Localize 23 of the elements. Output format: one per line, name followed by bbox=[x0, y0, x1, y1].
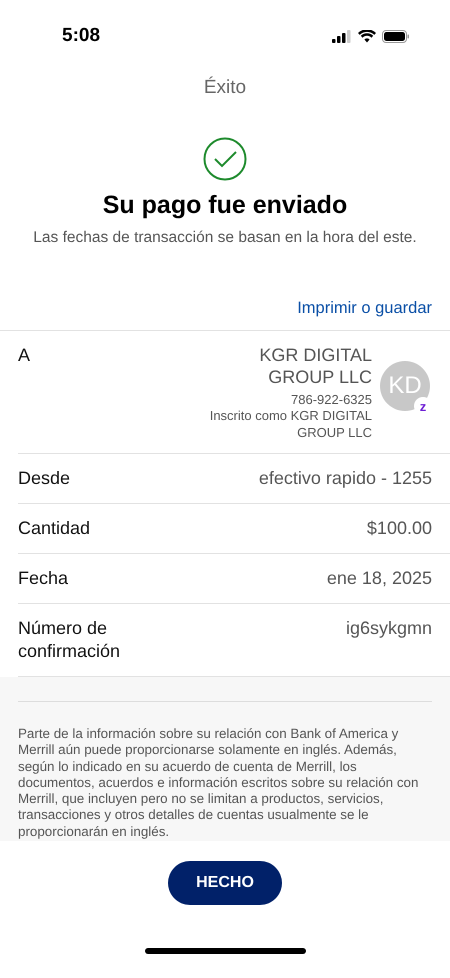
detail-label: Cantidad bbox=[18, 517, 90, 540]
detail-label: Desde bbox=[18, 467, 70, 490]
battery-icon bbox=[382, 30, 410, 42]
detail-value: ig6sykgmn bbox=[346, 617, 432, 640]
done-button[interactable]: HECHO bbox=[168, 861, 282, 905]
timezone-note: Las fechas de transacción se basan en la hora del este. bbox=[32, 229, 418, 247]
disclaimer-text: Parte de la información sobre su relación con Bank of America y Merrill aún puede proporcionarse solamente en inglés. Además, según lo indicado en su acuerdo de cuenta de Merrill, los documentos, acuerdos e información escritos sobre su relación con Merrill, que incluyen pero no se limitan a productos, servicios, transacciones y otros detalles de cuentas usualmente se le proporcionarán en inglés. bbox=[18, 726, 420, 840]
detail-label: Fecha bbox=[18, 567, 68, 590]
screen-title: Éxito bbox=[202, 77, 248, 99]
detail-label: Número de confirmación bbox=[18, 617, 122, 663]
detail-label: A bbox=[18, 344, 30, 367]
signal-icon bbox=[332, 30, 352, 42]
success-heading: Su pago fue enviado bbox=[102, 191, 348, 220]
checkmark-circle-icon bbox=[203, 137, 247, 181]
print-link[interactable]: Imprimir o guardar bbox=[297, 299, 432, 318]
wifi-icon bbox=[358, 30, 376, 42]
detail-value: $100.00 bbox=[366, 517, 432, 540]
recipient-phone: 786-922-6325 bbox=[291, 392, 372, 407]
detail-value: efectivo rapido - 1255 bbox=[258, 467, 432, 490]
enrollment-text: Inscrito como KGR DIGITAL GROUP LLC bbox=[208, 407, 372, 441]
recipient-name: KGR DIGITAL GROUP LLC bbox=[258, 344, 372, 388]
status-time: 5:08 bbox=[62, 25, 100, 47]
detail-value: ene 18, 2025 bbox=[326, 567, 432, 590]
